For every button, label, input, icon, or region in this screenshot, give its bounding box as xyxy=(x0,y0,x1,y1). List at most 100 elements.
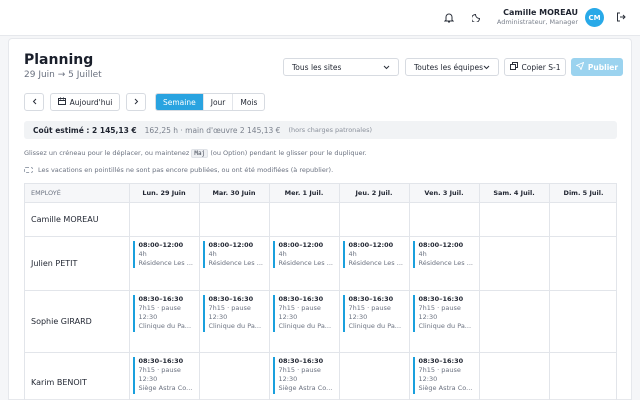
avatar[interactable]: CM xyxy=(585,8,604,27)
shift-time: 08:30–16:30 xyxy=(138,294,184,303)
day-cell[interactable]: 08:00–12:00 4h Résidence Les ... xyxy=(339,236,410,291)
day-cell[interactable] xyxy=(129,202,200,237)
shift-pause: 12:30 xyxy=(278,313,298,322)
employee-name: Camille MOREAU xyxy=(25,202,130,237)
day-cell[interactable] xyxy=(199,202,270,237)
shift-block[interactable]: 08:00–12:00 4h Résidence Les ... xyxy=(342,240,406,269)
day-cell[interactable] xyxy=(479,352,550,400)
day-cell[interactable]: 08:30–16:30 7h15 · pause 12:30 Siège Astra … xyxy=(269,352,340,400)
day-header: Jeu. 2 Juil. xyxy=(339,184,410,203)
shift-pause: 12:30 xyxy=(348,313,368,322)
day-header: Ven. 3 Juil. xyxy=(409,184,480,203)
shift-duration: 4h xyxy=(418,249,427,258)
shift-block[interactable]: 08:30–16:30 7h15 · pause 12:30 Clinique du … xyxy=(132,294,196,332)
shift-block[interactable]: 08:30–16:30 7h15 · pause 12:30 Clinique du … xyxy=(342,294,406,332)
day-cell[interactable] xyxy=(549,290,616,353)
logout-icon[interactable] xyxy=(614,10,628,24)
day-cell[interactable] xyxy=(479,290,550,353)
shift-block[interactable]: 08:30–16:30 7h15 · pause 12:30 Clinique du … xyxy=(412,294,476,332)
day-cell[interactable]: 08:30–16:30 7h15 · pause 12:30 Siège Astra … xyxy=(409,352,480,400)
prev-week-button[interactable] xyxy=(24,93,44,111)
shift-place: Résidence Les ... xyxy=(208,259,263,268)
day-cell[interactable]: 08:30–16:30 7h15 · pause 12:30 Clinique du … xyxy=(339,290,410,353)
day-cell[interactable]: 08:30–16:30 7h15 · pause 12:30 Clinique du … xyxy=(199,290,270,353)
page-title: Planning xyxy=(24,52,94,68)
team-select-value: Toutes les équipes xyxy=(414,62,483,72)
top-bar: Camille MOREAU Administrateur, Manager C… xyxy=(0,0,640,36)
day-header: Dim. 5 Juil. xyxy=(549,184,616,203)
employee-name: Karim BENOIT xyxy=(25,352,130,400)
shift-place: Siège Astra Co... xyxy=(138,384,193,393)
day-cell[interactable] xyxy=(549,236,616,291)
publish-label: Publier xyxy=(587,62,619,72)
day-cell[interactable]: 08:30–16:30 7h15 · pause 12:30 Clinique du … xyxy=(409,290,480,353)
date-range: 29 Juin → 5 Juillet xyxy=(24,70,102,80)
shift-time: 08:30–16:30 xyxy=(418,294,464,303)
moon-icon[interactable] xyxy=(470,10,484,24)
day-cell[interactable]: 08:00–12:00 4h Résidence Les ... xyxy=(409,236,480,291)
shift-block[interactable]: 08:30–16:30 7h15 · pause 12:30 Siège Astra … xyxy=(412,356,476,394)
publish-button[interactable]: Publier xyxy=(571,58,623,76)
shift-pause: 12:30 xyxy=(418,313,438,322)
cost-note: (hors charges patronales) xyxy=(288,126,373,134)
unpublished-legend-text: Les vacations en pointillés ne sont pas … xyxy=(38,166,334,174)
day-cell[interactable] xyxy=(339,202,410,237)
shift-duration: 4h xyxy=(348,249,357,258)
shift-duration: 7h15 · pause xyxy=(208,303,251,312)
shift-time: 08:00–12:00 xyxy=(348,240,394,249)
day-cell[interactable] xyxy=(409,202,480,237)
shift-duration: 7h15 · pause xyxy=(278,365,321,374)
day-cell[interactable] xyxy=(549,202,616,237)
dashed-legend-icon xyxy=(24,167,33,173)
shift-pause: 12:30 xyxy=(138,313,158,322)
site-select[interactable]: Tous les sites xyxy=(283,58,399,76)
shift-block[interactable]: 08:30–16:30 7h15 · pause 12:30 Siège Astra … xyxy=(132,356,196,394)
view-switcher: Semaine Jour Mois xyxy=(155,93,266,111)
next-week-button[interactable] xyxy=(126,93,146,111)
shift-place: Résidence Les ... xyxy=(138,259,193,268)
copy-icon xyxy=(509,62,518,72)
day-cell[interactable]: 08:00–12:00 4h Résidence Les ... xyxy=(129,236,200,291)
shift-pause: 12:30 xyxy=(208,313,228,322)
day-cell[interactable] xyxy=(199,352,270,400)
day-header: Mar. 30 Juin xyxy=(199,184,270,203)
cost-detail: 162,25 h · main d'œuvre 2 145,13 € xyxy=(144,125,281,135)
view-day-tab[interactable]: Jour xyxy=(204,94,234,110)
shift-pause: 12:30 xyxy=(278,375,298,384)
shift-duration: 4h xyxy=(208,249,217,258)
user-info[interactable]: Camille MOREAU Administrateur, Manager xyxy=(497,8,578,27)
shift-block[interactable]: 08:30–16:30 7h15 · pause 12:30 Clinique du … xyxy=(202,294,266,332)
chevron-right-icon xyxy=(134,98,139,107)
shift-block[interactable]: 08:00–12:00 4h Résidence Les ... xyxy=(132,240,196,269)
shift-block[interactable]: 08:00–12:00 4h Résidence Les ... xyxy=(412,240,476,269)
copy-week-button[interactable]: Copier S-1 xyxy=(504,58,566,76)
day-cell[interactable]: 08:30–16:30 7h15 · pause 12:30 Clinique du … xyxy=(269,290,340,353)
shift-block[interactable]: 08:00–12:00 4h Résidence Les ... xyxy=(202,240,266,269)
day-header: Mer. 1 Juil. xyxy=(269,184,340,203)
day-cell[interactable] xyxy=(479,202,550,237)
shift-duration: 7h15 · pause xyxy=(138,365,181,374)
today-button[interactable]: Aujourd'hui xyxy=(50,93,120,111)
day-cell[interactable] xyxy=(269,202,340,237)
day-cell[interactable]: 08:30–16:30 7h15 · pause 12:30 Siège Astra … xyxy=(129,352,200,400)
shift-place: Clinique du Pa... xyxy=(138,322,192,331)
day-cell[interactable]: 08:00–12:00 4h Résidence Les ... xyxy=(199,236,270,291)
day-cell[interactable] xyxy=(479,236,550,291)
day-cell[interactable] xyxy=(339,352,410,400)
employee-row: Sophie GIRARD 08:30–16:30 7h15 · pause 12:3… xyxy=(25,290,616,353)
day-header: Sam. 4 Juil. xyxy=(479,184,550,203)
view-week-tab[interactable]: Semaine xyxy=(156,94,204,110)
team-select[interactable]: Toutes les équipes xyxy=(405,58,499,76)
view-month-tab[interactable]: Mois xyxy=(233,94,264,110)
shift-block[interactable]: 08:30–16:30 7h15 · pause 12:30 Siège Astra … xyxy=(272,356,336,394)
shift-block[interactable]: 08:00–12:00 4h Résidence Les ... xyxy=(272,240,336,269)
shift-pause: 12:30 xyxy=(138,375,158,384)
day-cell[interactable] xyxy=(549,352,616,400)
day-cell[interactable]: 08:30–16:30 7h15 · pause 12:30 Clinique du … xyxy=(129,290,200,353)
unpublished-legend: Les vacations en pointillés ne sont pas … xyxy=(24,166,333,174)
bell-icon[interactable] xyxy=(442,10,456,24)
shift-time: 08:30–16:30 xyxy=(208,294,254,303)
shift-duration: 7h15 · pause xyxy=(348,303,391,312)
day-cell[interactable]: 08:00–12:00 4h Résidence Les ... xyxy=(269,236,340,291)
shift-block[interactable]: 08:30–16:30 7h15 · pause 12:30 Clinique du … xyxy=(272,294,336,332)
